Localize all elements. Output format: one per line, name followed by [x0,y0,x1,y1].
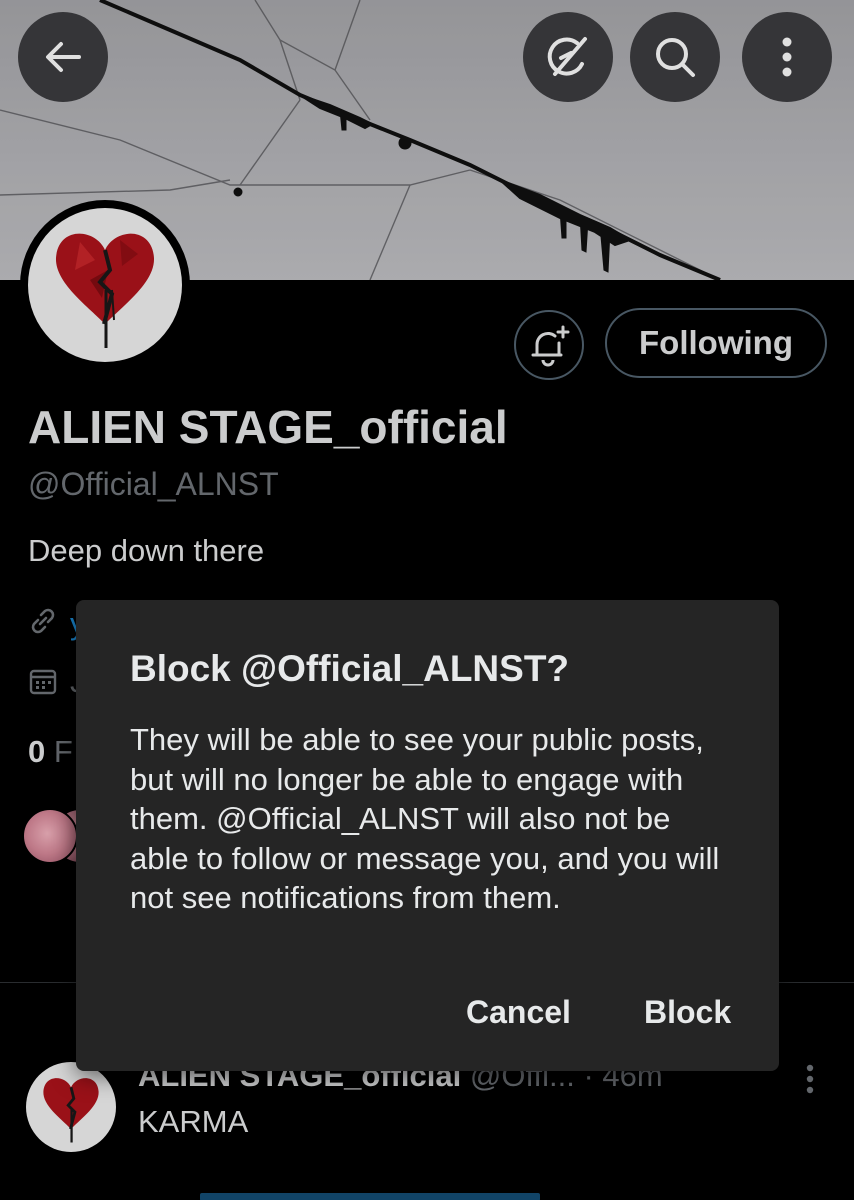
cancel-button[interactable]: Cancel [466,994,571,1031]
dialog-title: Block @Official_ALNST? [130,648,570,689]
block-confirmation-dialog: Block @Official_ALNST? They will be able… [76,600,779,1071]
block-button[interactable]: Block [644,994,731,1031]
dialog-body: They will be able to see your public pos… [130,722,720,916]
